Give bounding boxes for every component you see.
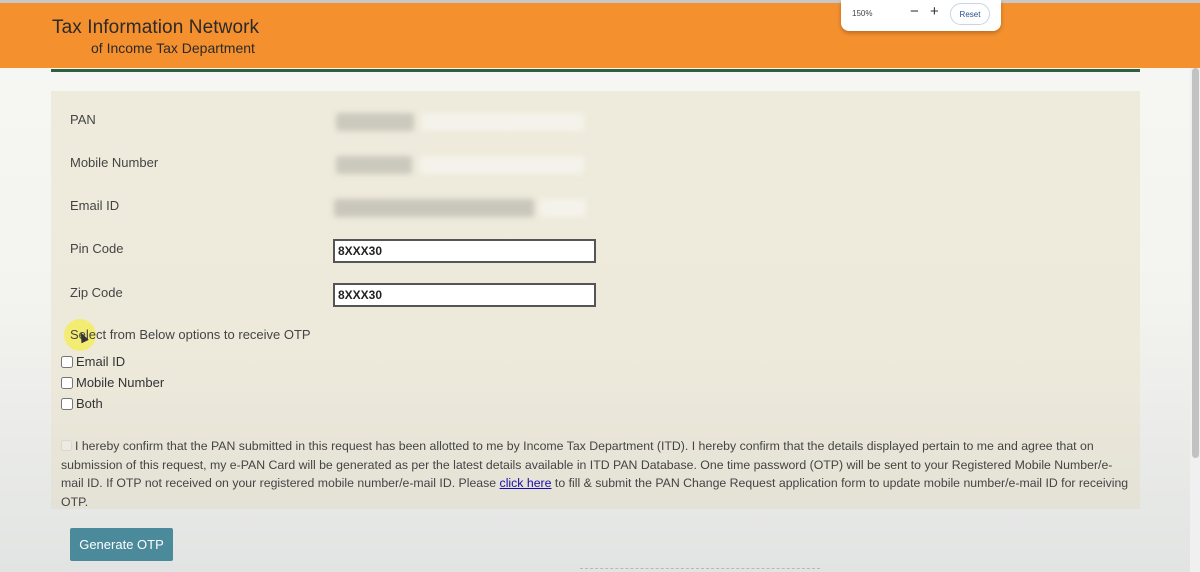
otp-option-both-label: Both (76, 396, 103, 411)
otp-email-checkbox[interactable] (61, 355, 73, 368)
otp-option-mobile[interactable]: Mobile Number (61, 375, 164, 390)
otp-option-email[interactable]: Email ID (61, 354, 125, 369)
zoom-out-button[interactable]: − (910, 3, 919, 20)
pincode-label: Pin Code (70, 241, 124, 256)
otp-option-email-label: Email ID (76, 354, 126, 369)
header-divider (51, 69, 1140, 72)
site-header: Tax Information Network of Income Tax De… (0, 0, 1200, 68)
zoom-in-button[interactable]: + (930, 3, 939, 20)
generate-otp-button[interactable]: Generate OTP (70, 528, 173, 561)
zoom-level: 150% (852, 9, 873, 18)
mobile-field-redacted (330, 152, 592, 178)
email-label: Email ID (70, 198, 120, 213)
otp-options-title: Select from Below options to receive OTP (70, 327, 311, 342)
confirmation-text: I hereby confirm that the PAN submitted … (61, 437, 1131, 511)
pan-label: PAN (70, 112, 96, 127)
brand-title: Tax Information Network (52, 17, 260, 38)
scrollbar-thumb[interactable] (1192, 68, 1199, 458)
otp-option-both[interactable]: Both (61, 396, 103, 411)
bottom-divider (580, 568, 820, 572)
confirm-checkbox[interactable] (61, 440, 72, 451)
pincode-input[interactable] (333, 239, 596, 263)
email-field-redacted (330, 195, 592, 221)
zoom-popup: 150% − + Reset (841, 0, 1001, 31)
otp-both-checkbox[interactable] (61, 397, 73, 410)
otp-mobile-checkbox[interactable] (61, 376, 73, 389)
mobile-label: Mobile Number (70, 155, 159, 170)
brand-subtitle: of Income Tax Department (91, 40, 255, 56)
zoom-reset-button[interactable]: Reset (950, 3, 990, 25)
pan-field-redacted (330, 109, 592, 135)
zipcode-label: Zip Code (70, 285, 123, 300)
zipcode-input[interactable] (333, 283, 596, 307)
otp-option-mobile-label: Mobile Number (76, 375, 165, 390)
pan-change-request-link[interactable]: click here (500, 476, 552, 490)
